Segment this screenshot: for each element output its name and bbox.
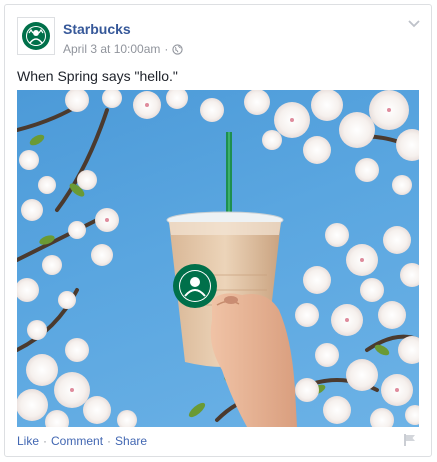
post-card: Starbucks April 3 at 10:00am · When Spri… bbox=[4, 4, 432, 457]
share-link[interactable]: Share bbox=[115, 434, 147, 448]
chevron-down-icon[interactable] bbox=[407, 19, 421, 29]
action-separator: · bbox=[43, 434, 48, 448]
post-timestamp[interactable]: April 3 at 10:00am bbox=[63, 42, 160, 56]
post-caption: When Spring says "hello." bbox=[17, 68, 178, 84]
flag-icon[interactable] bbox=[403, 433, 417, 447]
post-actions: Like · Comment · Share bbox=[17, 434, 147, 448]
post-meta: April 3 at 10:00am · bbox=[63, 42, 184, 56]
page-avatar[interactable] bbox=[17, 17, 55, 55]
comment-link[interactable]: Comment bbox=[51, 434, 103, 448]
starbucks-cup-blossoms-photo bbox=[17, 90, 419, 427]
page-name-link[interactable]: Starbucks bbox=[63, 21, 131, 37]
action-separator: · bbox=[107, 434, 112, 448]
starbucks-logo-icon bbox=[22, 22, 50, 50]
like-link[interactable]: Like bbox=[17, 434, 39, 448]
post-photo[interactable] bbox=[17, 90, 419, 427]
meta-separator: · bbox=[164, 42, 169, 56]
globe-icon bbox=[172, 43, 184, 55]
